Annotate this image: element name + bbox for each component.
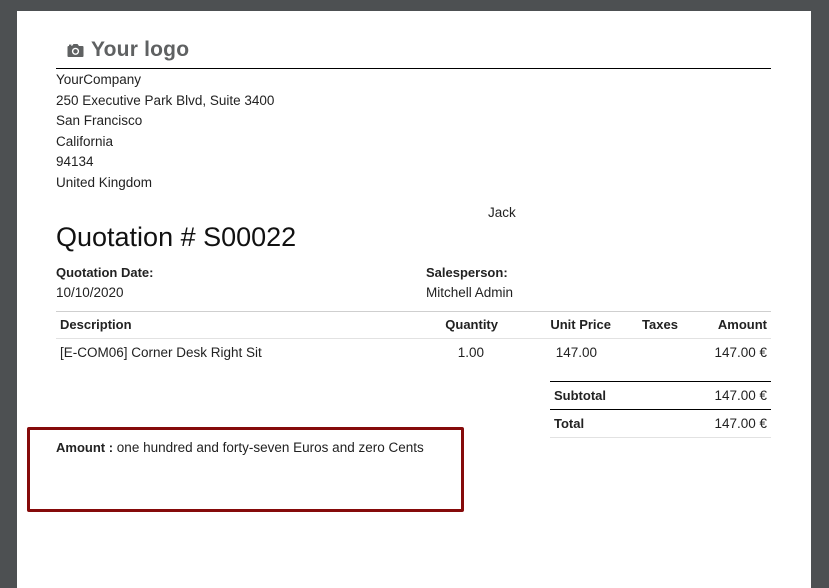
total-row: Total 147.00 € xyxy=(550,409,771,438)
table-header-row: Description Quantity Unit Price Taxes Am… xyxy=(56,311,771,339)
company-country: United Kingdom xyxy=(56,174,153,190)
column-header-description: Description xyxy=(56,311,394,339)
salesperson-value: Mitchell Admin xyxy=(426,285,514,300)
logo-text: Your logo xyxy=(91,38,190,61)
column-header-quantity: Quantity xyxy=(394,311,502,339)
column-header-taxes: Taxes xyxy=(615,311,705,339)
total-value: 147.00 € xyxy=(659,409,771,438)
customer-name: Jack xyxy=(488,205,516,220)
column-header-unit-price: Unit Price xyxy=(502,311,615,339)
camera-icon xyxy=(67,43,84,58)
company-city: San Francisco xyxy=(56,113,143,128)
company-logo: Your logo xyxy=(67,38,189,62)
quotation-date-value: 10/10/2020 xyxy=(56,285,124,300)
total-label: Total xyxy=(550,409,660,438)
line-quantity: 1.00 xyxy=(457,345,484,360)
line-taxes xyxy=(615,339,705,367)
subtotal-row: Subtotal 147.00 € xyxy=(550,381,771,410)
line-amount: 147.00 € xyxy=(714,345,767,360)
company-zip: 94134 xyxy=(56,154,94,169)
page-title: Quotation # S00022 xyxy=(56,222,297,252)
salesperson-label: Salesperson: xyxy=(426,265,508,280)
line-unit-price: 147.00 xyxy=(555,345,597,360)
quotation-date-label: Quotation Date: xyxy=(56,265,154,280)
company-street: 250 Executive Park Blvd, Suite 3400 xyxy=(56,92,275,108)
company-state: California xyxy=(56,133,114,149)
table-row: [E-COM06] Corner Desk Right Sit 1.00 147… xyxy=(56,339,771,367)
line-description: [E-COM06] Corner Desk Right Sit xyxy=(60,345,262,360)
header-divider xyxy=(56,68,771,69)
highlight-box xyxy=(27,427,464,512)
subtotal-value: 147.00 € xyxy=(659,381,771,410)
subtotal-label: Subtotal xyxy=(550,381,660,410)
company-address: YourCompany 250 Executive Park Blvd, Sui… xyxy=(56,70,274,193)
order-lines-table: Description Quantity Unit Price Taxes Am… xyxy=(56,311,771,366)
column-header-amount: Amount xyxy=(705,311,771,339)
totals-table: Subtotal 147.00 € Total 147.00 € xyxy=(550,381,771,438)
company-name: YourCompany xyxy=(56,72,142,87)
